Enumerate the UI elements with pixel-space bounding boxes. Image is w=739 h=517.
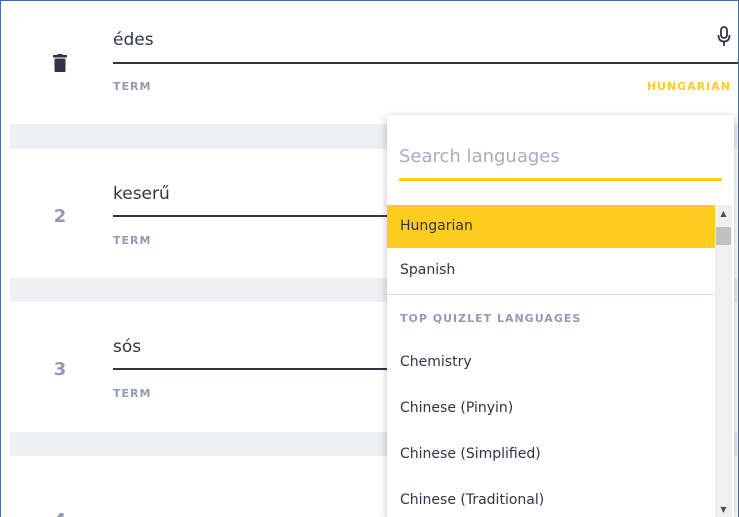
card-number: 4 [48, 510, 72, 517]
language-option-chinese-traditional[interactable]: Chinese (Traditional) [387, 479, 715, 517]
language-option-chinese-pinyin[interactable]: Chinese (Pinyin) [387, 387, 715, 430]
language-option-chinese-simplified[interactable]: Chinese (Simplified) [387, 433, 715, 476]
section-divider [387, 294, 715, 295]
language-list-scrollbar[interactable]: ▲ ▼ [715, 205, 732, 517]
term-language-button[interactable]: HUNGARIAN [647, 80, 731, 93]
term-input[interactable]: keserű [113, 184, 170, 204]
microphone-icon[interactable] [717, 26, 731, 48]
term-input-underline [113, 215, 398, 217]
term-card: édes TERM HUNGARIAN [10, 1, 738, 124]
scroll-down-arrow-icon[interactable]: ▼ [715, 501, 732, 517]
term-field-label: TERM [113, 387, 152, 400]
language-option-spanish[interactable]: Spanish [387, 249, 715, 292]
card-number: 3 [53, 359, 67, 380]
trash-icon[interactable] [53, 54, 67, 72]
term-field-label: TERM [113, 80, 152, 93]
language-dropdown: Hungarian Spanish TOP QUIZLET LANGUAGES … [387, 115, 734, 517]
term-input[interactable]: sós [113, 337, 141, 357]
term-field-label: TERM [113, 234, 152, 247]
language-option-chemistry[interactable]: Chemistry [387, 341, 715, 384]
search-input-underline [399, 178, 722, 181]
card-number: 2 [53, 206, 67, 227]
search-languages-input[interactable] [399, 141, 721, 171]
term-input-underline [113, 62, 738, 64]
scrollbar-thumb[interactable] [716, 227, 731, 245]
language-list: Hungarian Spanish TOP QUIZLET LANGUAGES … [387, 205, 715, 517]
flashcard-editor: édes TERM HUNGARIAN 2 keserű TERM 3 sós … [0, 0, 739, 517]
language-option-hungarian[interactable]: Hungarian [387, 205, 715, 248]
term-input[interactable]: édes [113, 30, 154, 50]
term-input-underline [113, 368, 398, 370]
section-header: TOP QUIZLET LANGUAGES [400, 312, 582, 325]
scroll-up-arrow-icon[interactable]: ▲ [715, 205, 732, 222]
